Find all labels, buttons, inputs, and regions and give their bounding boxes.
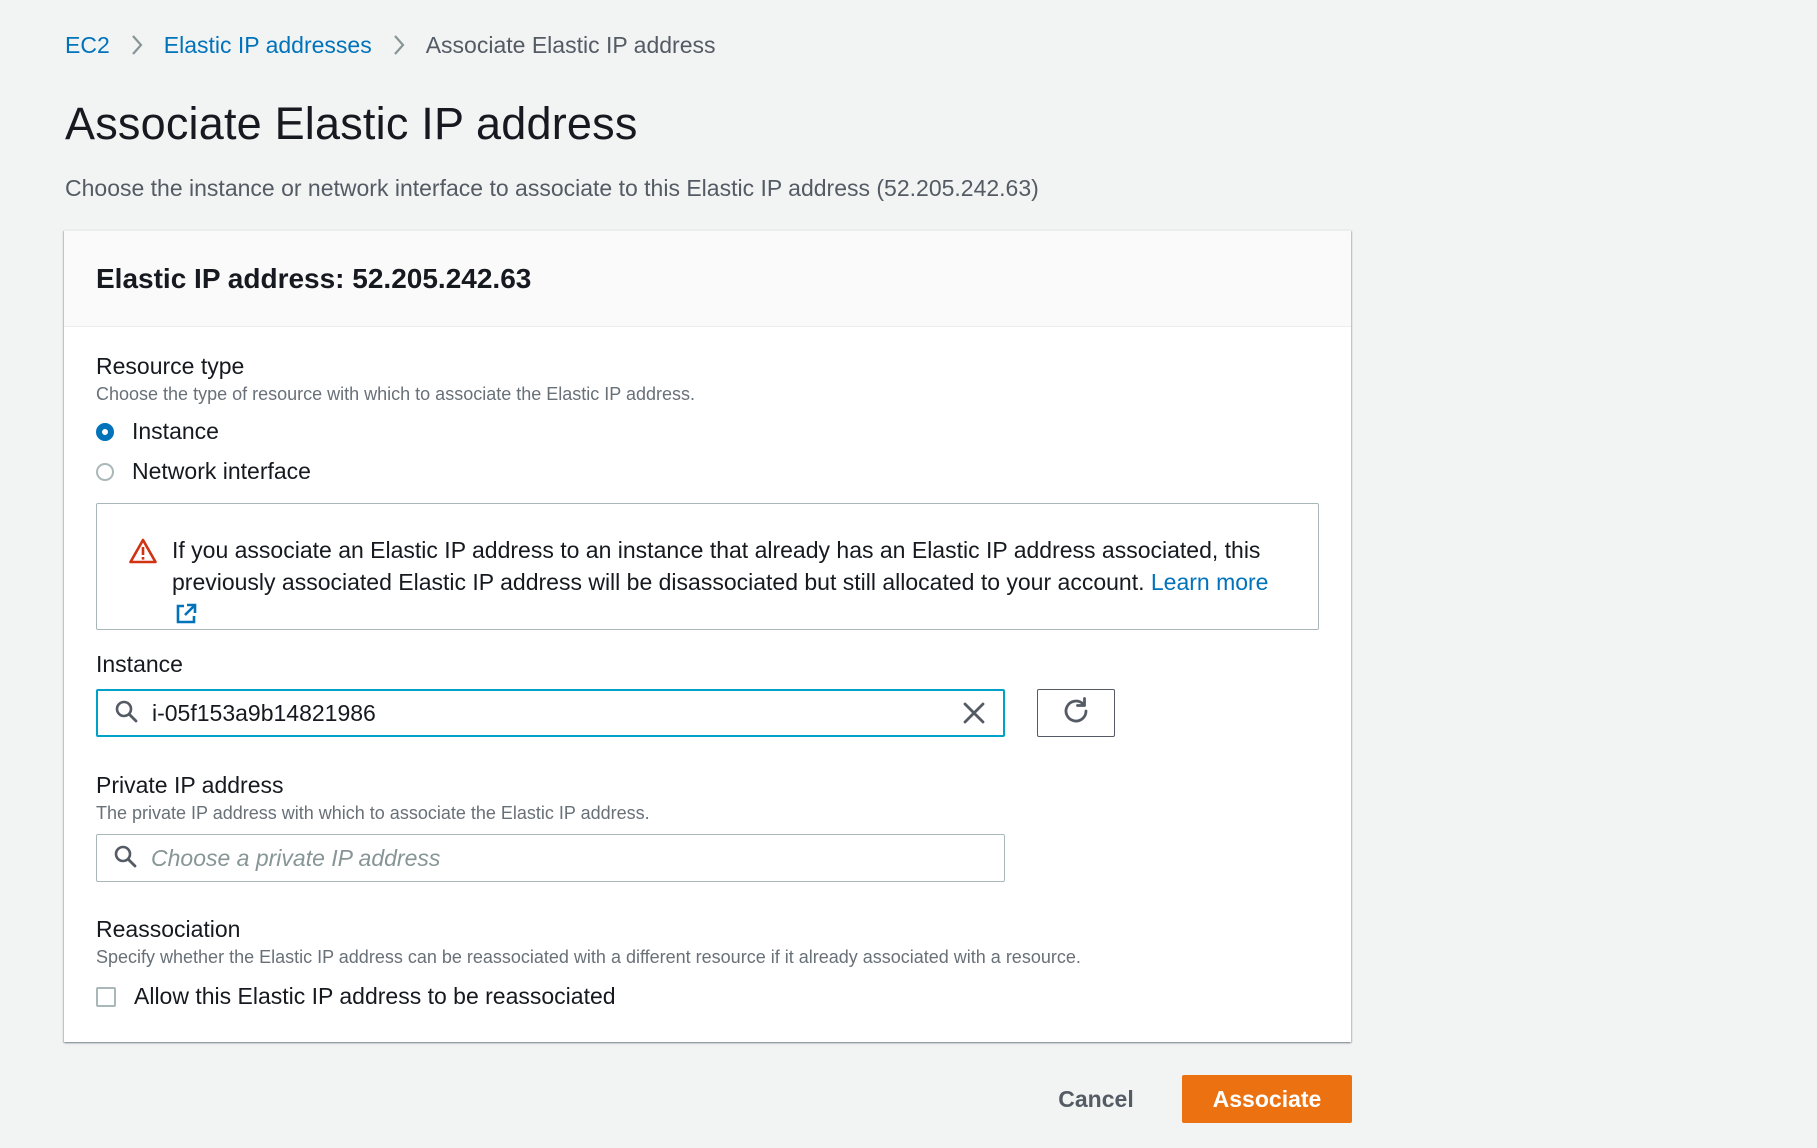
warning-alert: If you associate an Elastic IP address t… [96, 503, 1319, 630]
radio-network-interface-label: Network interface [132, 458, 311, 484]
associate-panel: Elastic IP address: 52.205.242.63 Resour… [64, 230, 1351, 1042]
resource-type-label: Resource type [96, 353, 245, 379]
page-title: Associate Elastic IP address [65, 98, 638, 149]
search-icon [113, 844, 137, 873]
private-ip-search-input[interactable]: Choose a private IP address [96, 834, 1005, 882]
breadcrumb-ec2-link[interactable]: EC2 [65, 32, 110, 59]
alert-message: If you associate an Elastic IP address t… [172, 537, 1261, 595]
resource-type-description: Choose the type of resource with which t… [96, 384, 695, 404]
reassociation-checkbox[interactable] [96, 986, 116, 1007]
refresh-button[interactable] [1037, 689, 1115, 737]
private-ip-label: Private IP address [96, 772, 284, 798]
radio-instance-label: Instance [132, 418, 219, 444]
instance-label: Instance [96, 651, 183, 677]
learn-more-label: Learn more [1150, 569, 1269, 595]
instance-input-value[interactable]: i-05f153a9b14821986 [152, 700, 959, 727]
private-ip-description: The private IP address with which to ass… [96, 803, 650, 823]
alert-text: If you associate an Elastic IP address t… [172, 534, 1292, 633]
chevron-right-icon [130, 34, 144, 56]
search-icon [114, 699, 138, 728]
radio-instance-control[interactable] [96, 422, 114, 441]
instance-search-input[interactable]: i-05f153a9b14821986 [96, 689, 1005, 737]
breadcrumb-current: Associate Elastic IP address [425, 31, 716, 58]
chevron-right-icon [392, 34, 406, 56]
external-link-icon [175, 601, 197, 633]
radio-network-interface-control[interactable] [96, 462, 114, 481]
radio-instance[interactable]: Instance [96, 418, 219, 445]
reassociation-checkbox-label: Allow this Elastic IP address to be reas… [134, 983, 616, 1009]
reassociation-checkbox-row[interactable]: Allow this Elastic IP address to be reas… [96, 983, 616, 1010]
breadcrumb: EC2 Elastic IP addresses Associate Elast… [65, 28, 716, 62]
radio-network-interface[interactable]: Network interface [96, 458, 311, 485]
panel-header: Elastic IP address: 52.205.242.63 [64, 231, 1351, 327]
refresh-icon [1061, 696, 1091, 731]
page-description: Choose the instance or network interface… [65, 175, 1039, 201]
associate-button[interactable]: Associate [1182, 1075, 1352, 1123]
breadcrumb-elastic-ip-link[interactable]: Elastic IP addresses [164, 32, 372, 59]
reassociation-description: Specify whether the Elastic IP address c… [96, 947, 1081, 967]
cancel-button[interactable]: Cancel [1040, 1075, 1152, 1123]
clear-icon[interactable] [959, 698, 989, 728]
reassociation-label: Reassociation [96, 916, 241, 942]
panel-title: Elastic IP address: 52.205.242.63 [96, 262, 532, 294]
warning-triangle-icon [129, 538, 157, 564]
private-ip-placeholder[interactable]: Choose a private IP address [151, 845, 1004, 872]
